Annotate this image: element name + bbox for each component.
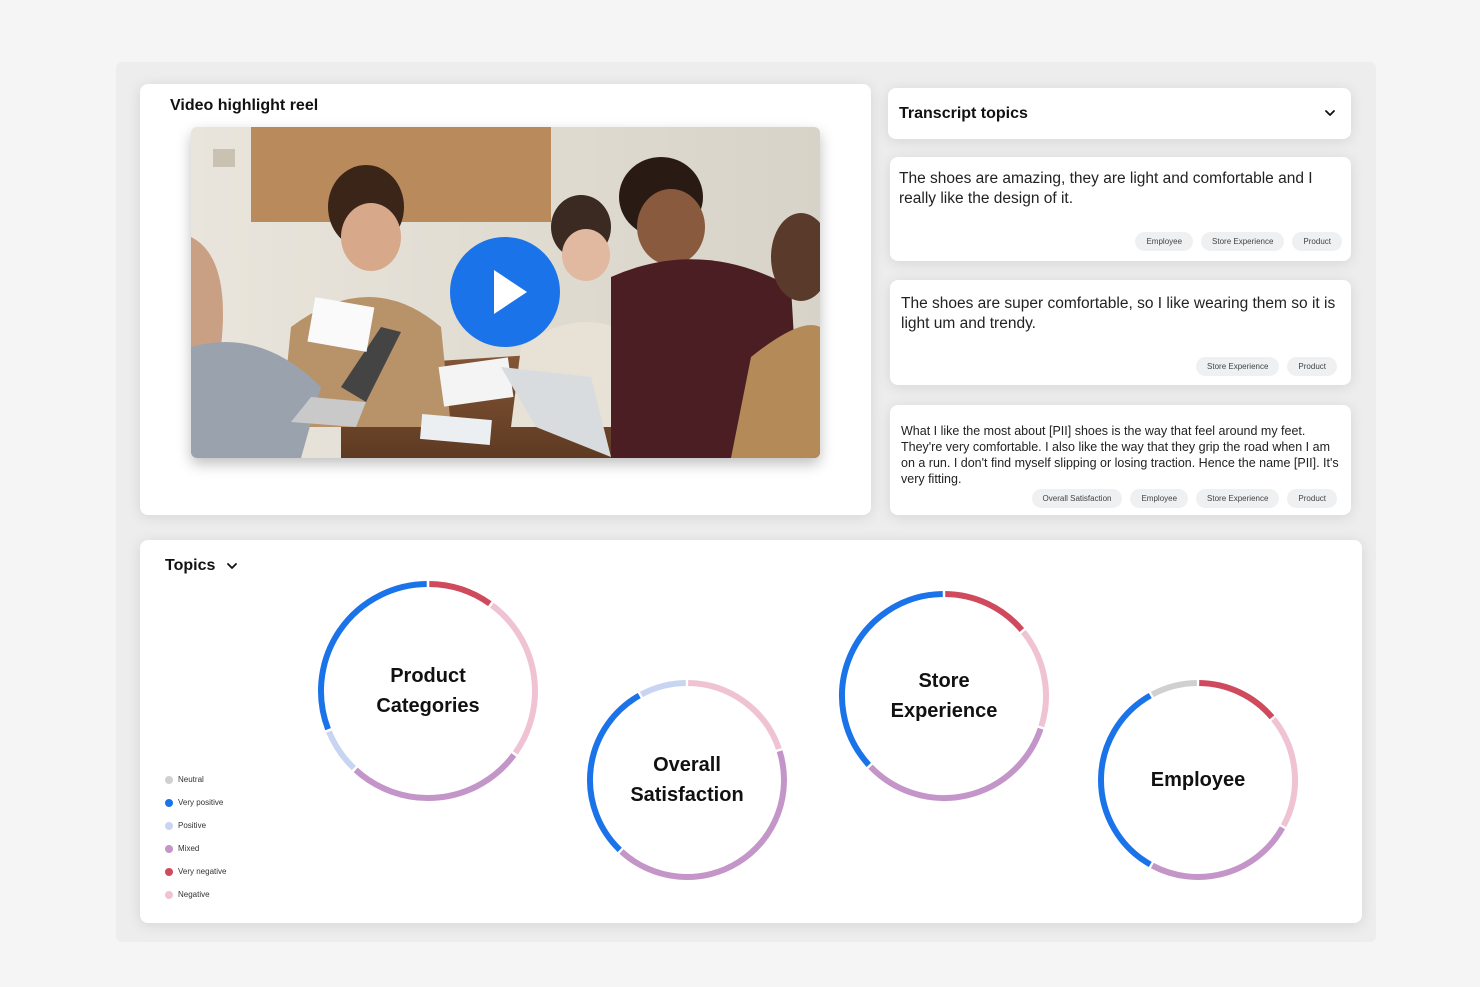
transcript-topics-title: Transcript topics — [899, 105, 1028, 122]
legend-label: Mixed — [178, 844, 200, 853]
legend-item: Neutral — [165, 768, 226, 791]
legend-item: Positive — [165, 814, 226, 837]
topic-tag[interactable]: Store Experience — [1201, 232, 1285, 251]
quote-text: What I like the most about [PII] shoes i… — [901, 424, 1339, 486]
quote-text: The shoes are amazing, they are light an… — [899, 170, 1313, 207]
legend-label: Neutral — [178, 775, 204, 784]
topic-donut-product-categories[interactable]: Product Categories — [316, 579, 540, 803]
legend-item: Very negative — [165, 860, 226, 883]
donut-label: Employee — [1150, 769, 1246, 791]
topic-tag[interactable]: Product — [1287, 357, 1337, 376]
topic-tag[interactable]: Store Experience — [1196, 357, 1280, 376]
legend-dot — [165, 821, 173, 830]
sentiment-legend: Neutral Very positive Positive Mixed Ver… — [165, 768, 226, 906]
donut-label: Store Experience — [890, 670, 998, 722]
topic-tag[interactable]: Product — [1292, 232, 1342, 251]
transcript-quote-card: The shoes are amazing, they are light an… — [890, 157, 1351, 261]
topic-tag[interactable]: Product — [1287, 489, 1337, 508]
quote-tags: Overall Satisfaction Employee Store Expe… — [1031, 489, 1337, 508]
legend-label: Positive — [178, 821, 207, 830]
transcript-quote-card: The shoes are super comfortable, so I li… — [890, 280, 1351, 385]
donut-label: Overall Satisfaction — [630, 754, 744, 806]
legend-dot — [165, 775, 173, 784]
legend-label: Very positive — [178, 798, 224, 807]
video-highlight-card: Video highlight reel — [140, 84, 871, 515]
topic-donut-employee[interactable]: Employee — [1096, 678, 1300, 882]
legend-item: Mixed — [165, 837, 226, 860]
topic-donut-overall-satisfaction[interactable]: Overall Satisfaction — [585, 678, 789, 882]
topic-tag[interactable]: Overall Satisfaction — [1031, 489, 1123, 508]
legend-item: Negative — [165, 883, 226, 906]
transcript-quote-card: What I like the most about [PII] shoes i… — [890, 405, 1351, 515]
topic-tag[interactable]: Employee — [1130, 489, 1189, 508]
legend-dot — [165, 867, 173, 876]
quote-tags: Store Experience Product — [1196, 357, 1337, 376]
topics-card: Topics Neutral Very positive Positive Mi… — [140, 540, 1362, 923]
quote-tags: Employee Store Experience Product — [1135, 232, 1342, 251]
legend-dot — [165, 890, 173, 899]
transcript-topics-dropdown[interactable]: Transcript topics — [888, 88, 1351, 139]
chevron-down-icon — [227, 563, 238, 569]
topic-tag[interactable]: Employee — [1135, 232, 1194, 251]
quote-text: The shoes are super comfortable, so I li… — [901, 295, 1336, 332]
donut-label: Product Categories — [376, 665, 480, 717]
topic-donut-store-experience[interactable]: Store Experience — [837, 588, 1051, 804]
topic-tag[interactable]: Store Experience — [1196, 489, 1280, 508]
play-icon — [494, 270, 527, 314]
chevron-down-icon[interactable] — [1323, 106, 1337, 120]
topics-dropdown[interactable]: Topics — [165, 557, 239, 575]
play-button[interactable] — [450, 237, 560, 347]
topics-title: Topics — [165, 557, 216, 574]
legend-label: Very negative — [178, 867, 227, 876]
legend-label: Negative — [178, 890, 210, 899]
legend-dot — [165, 844, 173, 853]
video-player[interactable] — [191, 127, 820, 458]
video-title: Video highlight reel — [170, 97, 319, 114]
legend-dot — [165, 798, 173, 807]
legend-item: Very positive — [165, 791, 226, 814]
